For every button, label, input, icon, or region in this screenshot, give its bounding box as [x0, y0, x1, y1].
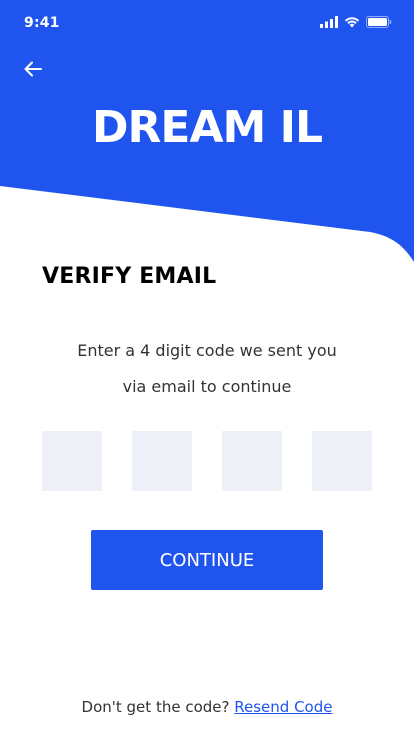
page-title: VERIFY EMAIL: [42, 264, 217, 289]
continue-button[interactable]: CONTINUE: [91, 530, 323, 590]
status-time: 9:41: [24, 15, 60, 31]
back-button[interactable]: [20, 56, 46, 82]
wifi-icon: [345, 17, 359, 28]
code-digit-4-input[interactable]: [312, 431, 372, 491]
code-input-group: [42, 431, 372, 491]
resend-footer: Don't get the code? Resend Code: [0, 698, 414, 716]
instructions-line-1: Enter a 4 digit code we sent you: [77, 341, 337, 360]
status-icons: [320, 16, 392, 28]
code-digit-2-input[interactable]: [132, 431, 192, 491]
status-bar: 9:41: [0, 0, 414, 46]
signal-icon: [320, 16, 338, 28]
code-digit-3-input[interactable]: [222, 431, 282, 491]
resend-code-link[interactable]: Resend Code: [234, 698, 332, 716]
code-digit-1-input[interactable]: [42, 431, 102, 491]
arrow-left-icon: [24, 61, 42, 77]
resend-prompt: Don't get the code?: [81, 698, 230, 716]
app-title: DREAM IL: [91, 102, 323, 153]
battery-icon: [366, 16, 392, 28]
instructions-line-2: via email to continue: [122, 377, 292, 396]
